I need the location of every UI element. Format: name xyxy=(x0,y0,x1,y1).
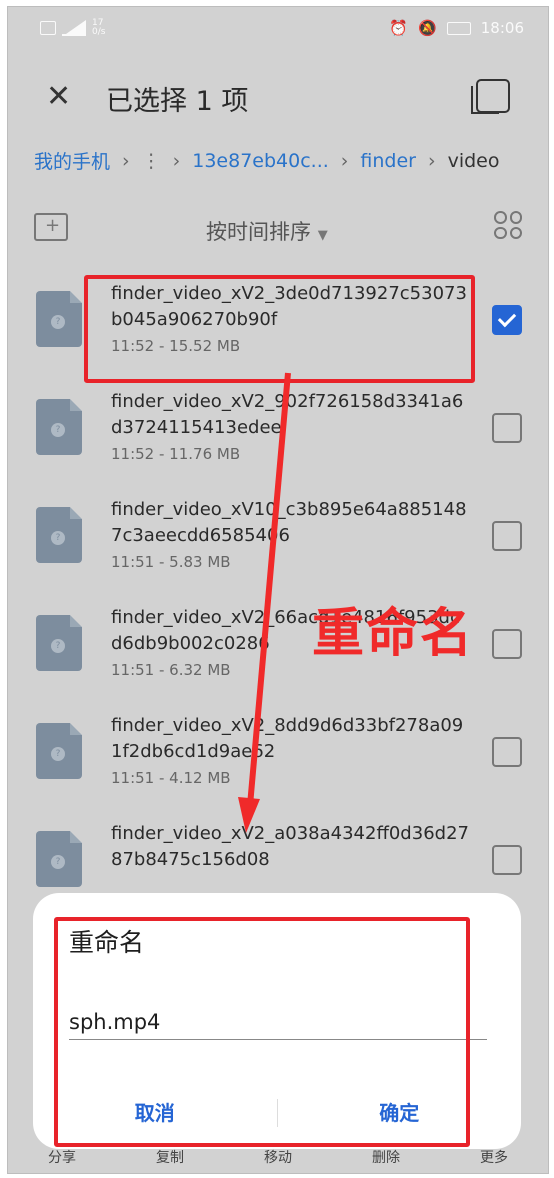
annotation-label: 重命名 xyxy=(312,604,475,664)
toolbar-share[interactable]: 分享 xyxy=(48,1147,76,1173)
toolbar-copy[interactable]: 复制 xyxy=(156,1147,184,1173)
highlight-box-dialog xyxy=(54,917,470,1147)
toolbar-move[interactable]: 移动 xyxy=(264,1147,292,1173)
phone-screen: 17 0/s ⏰ 🔕 18:06 ✕ 已选择 1 项 我的手机 › ⋮ › 13… xyxy=(7,6,549,1174)
bottom-toolbar: 分享 复制 移动 删除 更多 xyxy=(8,1147,548,1173)
toolbar-more[interactable]: 更多 xyxy=(480,1147,508,1173)
toolbar-delete[interactable]: 删除 xyxy=(372,1147,400,1173)
